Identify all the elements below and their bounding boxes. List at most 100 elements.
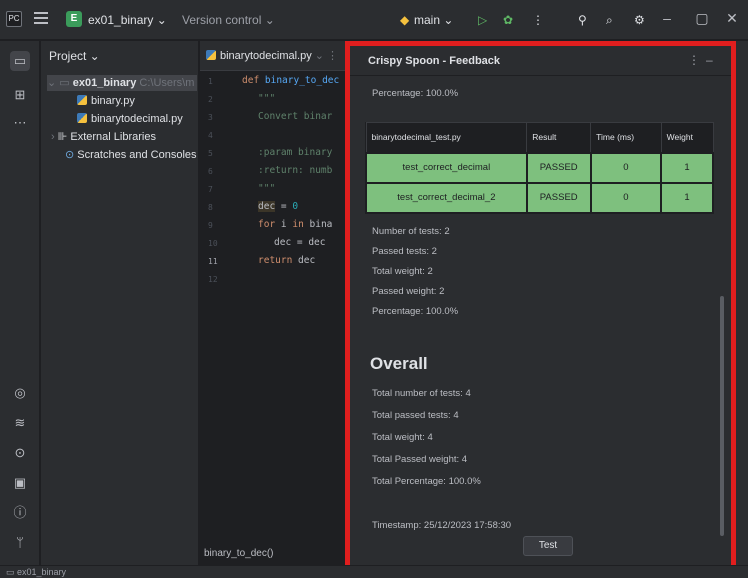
- col-header-time: Time (ms): [590, 122, 662, 153]
- project-panel-title[interactable]: Project ⌄: [49, 49, 100, 63]
- tree-file[interactable]: binarytodecimal.py: [77, 111, 183, 127]
- scratches-icon: ⊙: [65, 149, 78, 161]
- settings-icon[interactable]: ⚙: [634, 10, 645, 30]
- line-number: 1: [208, 77, 213, 86]
- line-number: 4: [208, 131, 213, 140]
- overall-heading: Overall: [370, 354, 428, 373]
- stat-number-of-tests: Number of tests: 2: [372, 226, 450, 237]
- stat-passed-weight: Passed weight: 2: [372, 286, 445, 297]
- debug-icon[interactable]: ✿: [503, 10, 513, 30]
- maximize-icon[interactable]: ▢: [692, 10, 712, 27]
- search-icon[interactable]: ⌕: [606, 10, 613, 30]
- table-row: test_correct_decimal_2 PASSED 0 1: [365, 181, 714, 214]
- test-name-cell: test_correct_decimal: [365, 151, 528, 184]
- code-line: """: [258, 93, 276, 104]
- more-tools-icon[interactable]: ⋯: [10, 113, 30, 133]
- breadcrumb[interactable]: binary_to_dec(): [204, 548, 273, 559]
- stat-percentage: Percentage: 100.0%: [372, 306, 459, 317]
- title-bar: PC E ex01_binary ⌄ Version control ⌄ ◆ m…: [0, 0, 748, 40]
- tree-root-label: ex01_binary: [72, 77, 137, 89]
- editor-tabs: binarytodecimal.py ⌄ ⋮: [200, 41, 345, 71]
- line-number: 10: [208, 239, 218, 248]
- library-icon: ⊪: [57, 131, 71, 143]
- weight-cell: 1: [660, 181, 714, 214]
- project-panel: Project ⌄ ⌄ ▭ ex01_binary C:\Users\m bin…: [41, 41, 199, 565]
- left-toolbar: ▭ ⊞ ⋯ ◎ ≋ ⊙ ▣ ⓘ ᛘ: [0, 41, 40, 565]
- vcs-menu[interactable]: Version control ⌄: [182, 10, 275, 30]
- code-line: Convert binar: [258, 111, 333, 122]
- stat-total-weight: Total weight: 2: [372, 266, 433, 277]
- feedback-panel: Crispy Spoon - Feedback ⋮ – Percentage: …: [345, 41, 736, 578]
- line-number: 5: [208, 149, 213, 158]
- tree-root-path: C:\Users\m: [139, 77, 195, 89]
- line-number: 11: [208, 257, 218, 266]
- tree-scratches[interactable]: ⊙ Scratches and Consoles: [65, 147, 197, 163]
- test-button[interactable]: Test: [523, 536, 573, 556]
- terminal-icon[interactable]: ▣: [10, 473, 30, 493]
- code-line: :param binary: [258, 147, 333, 158]
- panel-options-icon[interactable]: ⋮: [688, 53, 700, 67]
- panel-scrollbar[interactable]: [720, 296, 724, 536]
- branch-switcher[interactable]: main ⌄: [414, 10, 453, 30]
- stat-passed-tests: Passed tests: 2: [372, 246, 437, 257]
- col-header-file: binarytodecimal_test.py: [365, 122, 528, 153]
- panel-hide-icon[interactable]: –: [706, 53, 713, 67]
- code-line: :return: numb: [258, 165, 333, 176]
- result-cell: PASSED: [525, 181, 592, 214]
- minimize-icon[interactable]: –: [657, 10, 677, 26]
- result-cell: PASSED: [525, 151, 592, 184]
- tree-file[interactable]: binary.py: [77, 93, 135, 109]
- line-gutter: 1 2 3 4 5 6 7 8 9 10 11 12: [200, 71, 230, 551]
- services-icon[interactable]: ⊙: [10, 443, 30, 463]
- test-name-cell: test_correct_decimal_2: [365, 181, 528, 214]
- layers-icon[interactable]: ≋: [10, 413, 30, 433]
- more-actions-icon[interactable]: ⋮: [532, 10, 544, 30]
- python-file-icon: [206, 50, 216, 60]
- tab-binarytodecimal[interactable]: binarytodecimal.py ⌄ ⋮: [206, 49, 338, 62]
- col-header-result: Result: [526, 122, 592, 153]
- python-file-icon: [77, 113, 87, 123]
- overall-passed-weight: Total Passed weight: 4: [372, 454, 468, 465]
- line-number: 8: [208, 203, 213, 212]
- main-menu-icon[interactable]: [34, 12, 48, 24]
- status-path[interactable]: ▭ ex01_binary: [6, 567, 66, 578]
- code-editor[interactable]: binarytodecimal.py ⌄ ⋮ 1 2 3 4 5 6 7 8 9…: [200, 41, 345, 565]
- close-icon[interactable]: ✕: [722, 10, 742, 27]
- overall-total-weight: Total weight: 4: [372, 432, 433, 443]
- code-line: def binary_to_dec: [242, 75, 340, 86]
- time-cell: 0: [589, 181, 663, 214]
- run-icon[interactable]: ▷: [478, 10, 487, 30]
- tree-root[interactable]: ⌄ ▭ ex01_binary C:\Users\m: [47, 75, 197, 91]
- results-table: binarytodecimal_test.py Result Time (ms)…: [365, 122, 714, 214]
- git-icon[interactable]: ᛘ: [10, 533, 30, 553]
- code-line: dec = 0: [258, 201, 299, 212]
- tree-external-libraries[interactable]: › ⊪ External Libraries: [51, 129, 156, 145]
- overall-total-tests: Total number of tests: 4: [372, 388, 471, 399]
- user-icon[interactable]: ⚲: [578, 10, 587, 30]
- folder-icon: ▭: [6, 567, 18, 577]
- python-packages-icon[interactable]: ◎: [10, 383, 30, 403]
- app-logo-icon[interactable]: PC: [6, 11, 22, 27]
- code-line: return dec: [258, 255, 316, 266]
- code-line: """: [258, 183, 276, 194]
- project-badge: E: [66, 11, 82, 27]
- feedback-panel-header: Crispy Spoon - Feedback ⋮ –: [350, 46, 731, 76]
- branch-icon: ◆: [400, 13, 410, 27]
- code-line: for i in bina: [258, 219, 333, 230]
- col-header-weight: Weight: [660, 122, 714, 153]
- results-header-row: binarytodecimal_test.py Result Time (ms)…: [365, 122, 714, 153]
- problems-icon[interactable]: ⓘ: [10, 503, 30, 523]
- percentage-top: Percentage: 100.0%: [372, 88, 459, 99]
- structure-tool-icon[interactable]: ⊞: [10, 85, 30, 105]
- time-cell: 0: [589, 151, 663, 184]
- project-switcher[interactable]: ex01_binary ⌄: [88, 10, 167, 30]
- line-number: 9: [208, 221, 213, 230]
- overall-percentage: Total Percentage: 100.0%: [372, 476, 481, 487]
- line-number: 6: [208, 167, 213, 176]
- line-number: 2: [208, 95, 213, 104]
- line-number: 12: [208, 275, 218, 284]
- status-bar: ▭ ex01_binary: [0, 565, 748, 578]
- weight-cell: 1: [660, 151, 714, 184]
- right-toolbar: [736, 41, 748, 565]
- project-tool-icon[interactable]: ▭: [10, 51, 30, 71]
